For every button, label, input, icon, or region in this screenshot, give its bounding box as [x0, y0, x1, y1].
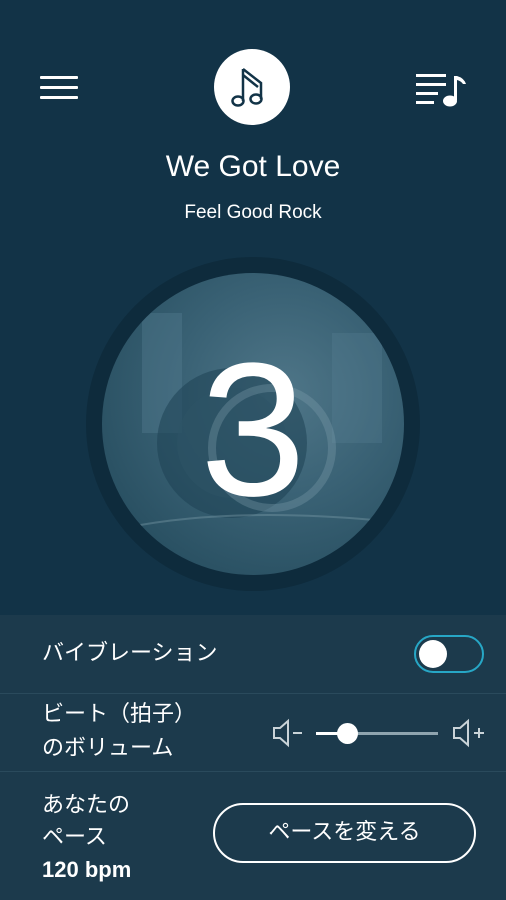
- beat-volume-slider[interactable]: [316, 720, 438, 746]
- pace-value: 120 bpm: [42, 857, 132, 882]
- menu-button[interactable]: [38, 72, 82, 104]
- pace-label-line1: あなたの: [42, 793, 131, 818]
- countdown-number: 3: [200, 324, 306, 536]
- pace-label: あなたの ペース 120 bpm: [42, 790, 131, 886]
- vibration-label: バイブレーション: [42, 641, 218, 666]
- playlist-music-icon: [416, 74, 466, 107]
- song-title: We Got Love: [165, 150, 341, 183]
- menu-bar: [40, 76, 78, 79]
- vibration-toggle[interactable]: [414, 635, 484, 673]
- beat-volume-label-line2: のボリューム: [42, 736, 174, 761]
- volume-plus-icon[interactable]: [452, 718, 490, 748]
- slider-knob[interactable]: [337, 723, 358, 744]
- menu-bar: [40, 96, 78, 99]
- menu-bar: [40, 86, 78, 89]
- song-genre: Feel Good Rock: [184, 202, 322, 223]
- beat-volume-label-line1: ビート（拍子）: [42, 702, 197, 727]
- volume-minus-icon[interactable]: [270, 718, 306, 748]
- settings-panel: バイブレーション ビート（拍子） のボリューム あなたの ペース 120 bpm…: [0, 615, 506, 900]
- playlist-button[interactable]: [410, 66, 472, 110]
- toggle-knob: [419, 640, 447, 668]
- pace-label-line2: ペース: [42, 825, 107, 850]
- app-logo-icon: [214, 49, 290, 125]
- beat-volume-row: ビート（拍子） のボリューム: [0, 694, 506, 772]
- vibration-row: バイブレーション: [0, 615, 506, 694]
- pace-row: あなたの ペース 120 bpm ペースを変える: [0, 772, 506, 900]
- change-pace-button[interactable]: ペースを変える: [213, 803, 476, 863]
- player-area: We Got Love Feel Good Rock 3: [0, 0, 506, 615]
